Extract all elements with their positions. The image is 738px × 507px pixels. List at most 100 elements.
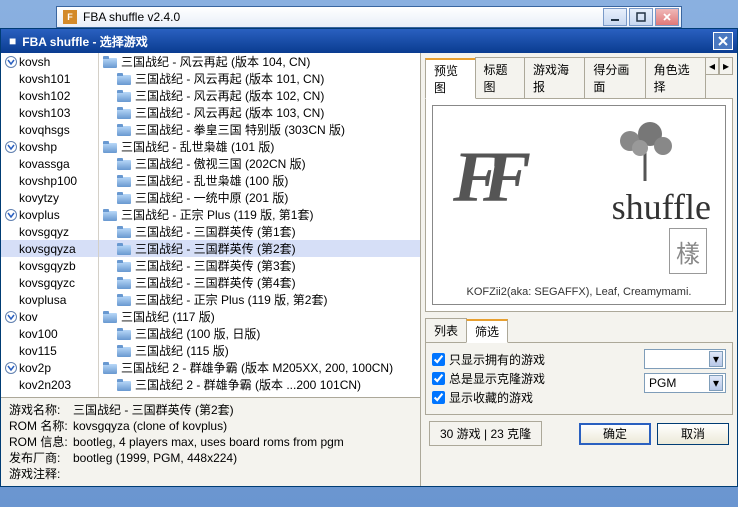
folder-icon [103, 141, 117, 153]
preview-image: FF shuffle 樣 KOFZii2(aka: SEGAFFX), Leaf… [432, 105, 726, 305]
info-value [73, 466, 412, 482]
chevron-down-icon[interactable]: ▾ [709, 375, 723, 391]
expand-icon[interactable] [5, 141, 17, 153]
rom-name-tree[interactable]: kovshkovsh101kovsh102kovsh103kovqhsgskov… [1, 53, 99, 397]
tree-row[interactable]: 三国战纪 - 风云再起 (版本 104, CN) [99, 53, 420, 70]
preview-tab[interactable]: 标题图 [475, 57, 526, 98]
filter-combo[interactable]: PGM▾ [644, 373, 726, 393]
tree-label: kovqhsgs [19, 123, 70, 137]
tree-label: 三国战纪 - 三国群英传 (第1套) [135, 223, 296, 240]
expand-icon[interactable] [5, 56, 17, 68]
filter-check-row: 显示收藏的游戏 [432, 389, 628, 406]
tree-row[interactable]: kovsgqyza [1, 240, 98, 257]
tree-row[interactable]: 三国战纪 - 风云再起 (版本 103, CN) [99, 104, 420, 121]
tree-row[interactable]: kovassga [1, 155, 98, 172]
tree-row[interactable]: kovsh102 [1, 87, 98, 104]
tree-label: kovytzy [19, 191, 59, 205]
tree-row[interactable]: kovshp100 [1, 172, 98, 189]
logo-stamp-icon: 樣 [669, 228, 707, 274]
tree-label: kovsgqyzc [19, 276, 75, 290]
tab-scroll-right[interactable]: ▸ [719, 57, 733, 75]
tree-row[interactable]: kovsgqyzb [1, 257, 98, 274]
tree-row[interactable]: kov2n203 [1, 376, 98, 393]
tree-row[interactable]: kovshp [1, 138, 98, 155]
folder-icon [103, 362, 117, 374]
tree-row[interactable]: kovsgqyz [1, 223, 98, 240]
ok-button[interactable]: 确定 [579, 423, 651, 445]
tree-label: kovsgqyza [19, 242, 76, 256]
preview-tab[interactable]: 预览图 [425, 58, 476, 99]
preview-tab[interactable]: 得分画面 [584, 57, 645, 98]
filter-combo[interactable]: ▾ [644, 349, 726, 369]
tree-row[interactable]: 三国战纪 - 正宗 Plus (119 版, 第1套) [99, 206, 420, 223]
tree-row[interactable]: 三国战纪 - 风云再起 (版本 102, CN) [99, 87, 420, 104]
minimize-button[interactable] [603, 8, 627, 26]
cancel-button[interactable]: 取消 [657, 423, 729, 445]
filter-tab[interactable]: 列表 [425, 318, 467, 342]
tree-row[interactable]: kov [1, 308, 98, 325]
filter-tab[interactable]: 筛选 [466, 319, 508, 343]
tree-row[interactable]: kov100 [1, 325, 98, 342]
tree-row[interactable]: 三国战纪 - 乱世枭雄 (100 版) [99, 172, 420, 189]
tree-label: 三国战纪 - 一统中原 (201 版) [135, 189, 288, 206]
filter-checkbox[interactable] [432, 372, 445, 385]
tree-label: 三国战纪 (115 版) [135, 342, 229, 359]
tree-row[interactable]: kovsh103 [1, 104, 98, 121]
tree-row[interactable]: kovsh101 [1, 70, 98, 87]
tree-label: kovsgqyz [19, 225, 69, 239]
tree-row[interactable]: 三国战纪 (115 版) [99, 342, 420, 359]
tree-row[interactable]: 三国战纪 2 - 群雄争霸 (版本 ...200 101CN) [99, 376, 420, 393]
tree-label: 三国战纪 - 三国群英传 (第4套) [135, 274, 296, 291]
tree-row[interactable]: kovsh [1, 53, 98, 70]
folder-icon [117, 107, 131, 119]
dialog-titlebar: ■ FBA shuffle - 选择游戏 [1, 29, 737, 53]
tree-row[interactable]: kov2p [1, 359, 98, 376]
folder-icon [117, 294, 131, 306]
info-value: kovsgqyza (clone of kovplus) [73, 418, 412, 434]
tree-row[interactable]: 三国战纪 2 - 群雄争霸 (版本 M205XX, 200, 100CN) [99, 359, 420, 376]
dialog-close-button[interactable] [713, 32, 733, 50]
tree-row[interactable]: 三国战纪 - 正宗 Plus (119 版, 第2套) [99, 291, 420, 308]
tree-row[interactable]: 三国战纪 - 一统中原 (201 版) [99, 189, 420, 206]
tree-label: 三国战纪 - 乱世枭雄 (101 版) [121, 138, 274, 155]
info-row: 发布厂商:bootleg (1999, PGM, 448x224) [9, 450, 412, 466]
tree-row[interactable]: 三国战纪 - 风云再起 (版本 101, CN) [99, 70, 420, 87]
tree-row[interactable]: 三国战纪 - 乱世枭雄 (101 版) [99, 138, 420, 155]
filter-checkbox[interactable] [432, 353, 445, 366]
tree-row[interactable]: 三国战纪 - 拳皇三国 特别版 (303CN 版) [99, 121, 420, 138]
tree-row[interactable]: 三国战纪 - 三国群英传 (第4套) [99, 274, 420, 291]
tree-row[interactable]: kovsgqyzc [1, 274, 98, 291]
preview-tab[interactable]: 角色选择 [645, 57, 706, 98]
tree-row[interactable]: kovplusa [1, 291, 98, 308]
expand-icon[interactable] [5, 362, 17, 374]
close-button[interactable] [655, 8, 679, 26]
tree-row[interactable]: 三国战纪 - 三国群英传 (第2套) [99, 240, 420, 257]
folder-icon [117, 243, 131, 255]
tree-label: kovsgqyzb [19, 259, 76, 273]
tree-row[interactable]: kov115 [1, 342, 98, 359]
app-titlebar: F FBA shuffle v2.4.0 [56, 6, 682, 28]
filter-checkbox[interactable] [432, 391, 445, 404]
tree-row[interactable]: 三国战纪 (100 版, 日版) [99, 325, 420, 342]
folder-icon [117, 328, 131, 340]
tree-label: 三国战纪 - 乱世枭雄 (100 版) [135, 172, 288, 189]
tree-row[interactable]: kovytzy [1, 189, 98, 206]
tree-label: kov [19, 310, 38, 324]
expand-icon[interactable] [5, 311, 17, 323]
tree-row[interactable]: kovqhsgs [1, 121, 98, 138]
tab-scroll-left[interactable]: ◂ [705, 57, 719, 75]
tree-row[interactable]: 三国战纪 - 三国群英传 (第1套) [99, 223, 420, 240]
maximize-button[interactable] [629, 8, 653, 26]
tree-row[interactable]: 三国战纪 - 三国群英传 (第3套) [99, 257, 420, 274]
preview-tab[interactable]: 游戏海报 [524, 57, 585, 98]
tree-row[interactable]: kovplus [1, 206, 98, 223]
tree-row[interactable]: 三国战纪 (117 版) [99, 308, 420, 325]
chevron-down-icon[interactable]: ▾ [709, 351, 723, 367]
tree-row[interactable]: 三国战纪 - 傲视三国 (202CN 版) [99, 155, 420, 172]
expand-icon[interactable] [5, 209, 17, 221]
info-key: ROM 名称: [9, 418, 73, 434]
folder-icon [117, 90, 131, 102]
filter-checks: 只显示拥有的游戏总是显示克隆游戏显示收藏的游戏 [432, 349, 628, 408]
rom-title-tree[interactable]: 三国战纪 - 风云再起 (版本 104, CN)三国战纪 - 风云再起 (版本 … [99, 53, 420, 397]
tree-label: kov115 [19, 344, 57, 358]
